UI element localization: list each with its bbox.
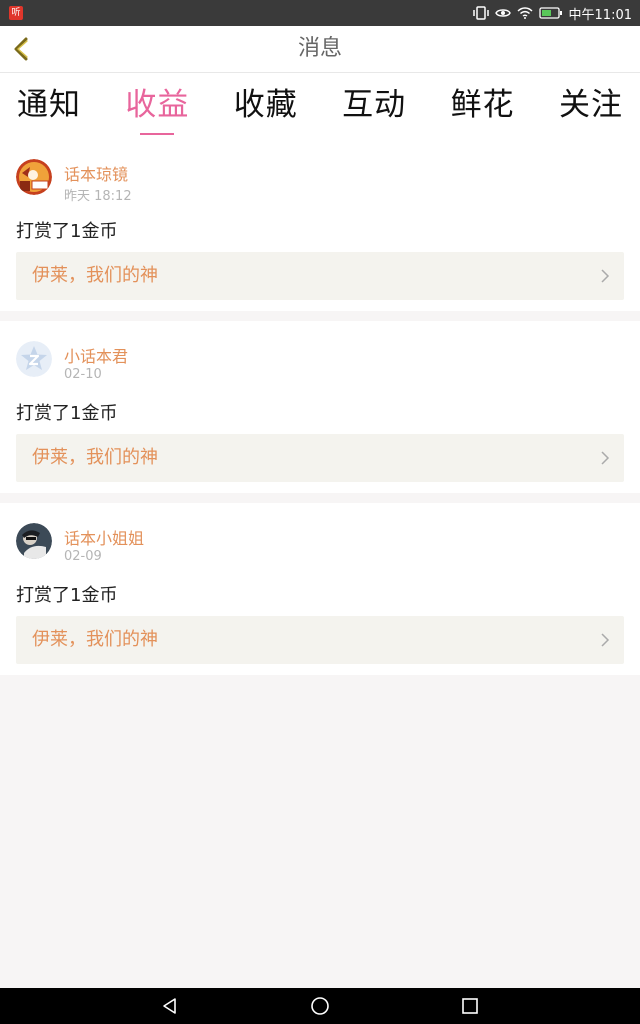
user-name[interactable]: 话本小姐姐 [64,525,144,549]
chevron-right-icon [601,451,610,465]
wifi-icon [517,7,533,19]
message-time: 02-09 [64,549,102,564]
avatar[interactable] [16,523,52,559]
home-circle-icon[interactable] [310,996,330,1016]
eye-icon [494,9,511,17]
nav-header: 消息 [0,26,640,73]
list-item: 话本小姐姐 02-09 打赏了1金币 伊莱，我们的神 [0,503,640,675]
tab-interactions[interactable]: 互动 [342,73,406,139]
message-text: 打赏了1金币 [16,403,118,424]
page-title: 消息 [297,36,342,61]
status-time: 中午11:01 [568,7,632,23]
story-link[interactable]: 伊莱，我们的神 [16,252,624,300]
tab-bar: 通知 收益 收藏 互动 鲜花 关注 [0,73,640,139]
story-title: 伊莱，我们的神 [32,447,158,468]
story-link[interactable]: 伊莱，我们的神 [16,616,624,664]
back-triangle-icon[interactable] [160,996,180,1016]
message-text: 打赏了1金币 [16,585,118,606]
tab-following[interactable]: 关注 [559,73,623,139]
message-time: 昨天 18:12 [64,189,132,204]
vibrate-icon [472,6,489,20]
message-list: 话本琼镜 昨天 18:12 打赏了1金币 伊莱，我们的神 小话本君 02-10 … [0,139,640,685]
list-item: 话本琼镜 昨天 18:12 打赏了1金币 伊莱，我们的神 [0,139,640,311]
avatar[interactable] [16,159,52,195]
recents-square-icon[interactable] [460,996,480,1016]
story-title: 伊莱，我们的神 [32,629,158,650]
battery-icon [538,7,562,19]
status-bar: 听 中午11:01 [0,0,640,26]
user-name[interactable]: 话本琼镜 [64,161,128,185]
status-icons: 中午11:01 [472,0,632,26]
message-time: 02-10 [64,367,102,382]
list-item: 小话本君 02-10 打赏了1金币 伊莱，我们的神 [0,321,640,493]
system-nav-bar [0,988,640,1024]
tab-earnings[interactable]: 收益 [125,73,189,139]
message-text: 打赏了1金币 [16,221,118,242]
story-link[interactable]: 伊莱，我们的神 [16,434,624,482]
story-title: 伊莱，我们的神 [32,265,158,286]
tab-favorites[interactable]: 收藏 [234,73,298,139]
app-notification-icon: 听 [9,6,23,20]
tab-flowers[interactable]: 鲜花 [451,73,515,139]
tab-notifications[interactable]: 通知 [17,73,81,139]
avatar[interactable] [16,341,52,377]
chevron-right-icon [601,633,610,647]
user-name[interactable]: 小话本君 [64,343,128,367]
chevron-right-icon [601,269,610,283]
